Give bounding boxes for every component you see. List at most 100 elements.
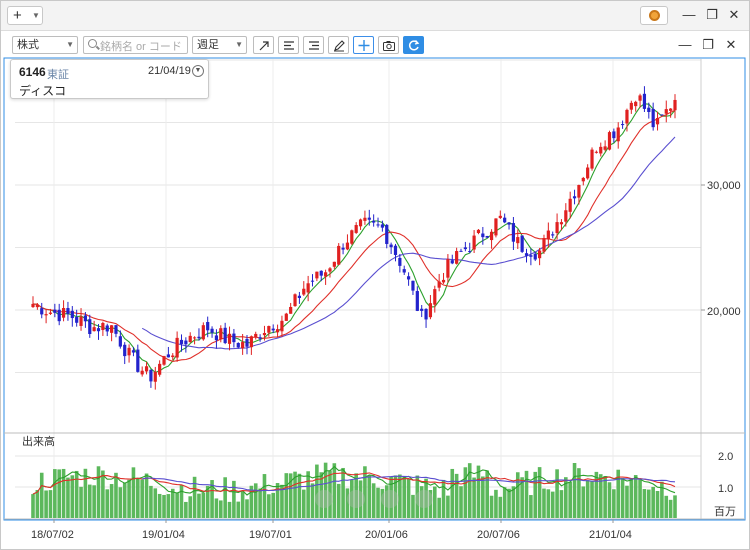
candle-body	[105, 325, 109, 332]
volume-bar	[668, 499, 673, 518]
volume-bar	[446, 495, 450, 518]
volume-bar	[310, 483, 315, 518]
candle-body	[162, 356, 166, 365]
volume-bar	[555, 469, 559, 518]
candle-body	[607, 132, 612, 150]
candle-body	[171, 355, 175, 358]
candle-body	[612, 131, 616, 139]
volume-bar	[118, 487, 123, 518]
volume-bar	[122, 482, 127, 518]
volume-bar	[218, 500, 223, 518]
candle-body	[236, 343, 240, 348]
chevron-down-icon[interactable]: ▼	[192, 65, 204, 77]
candle-body	[655, 118, 660, 125]
candle-body	[380, 224, 384, 228]
volume-bar	[581, 486, 586, 518]
candle-body	[101, 323, 105, 331]
candle-body	[188, 335, 192, 343]
volume-bar	[651, 486, 655, 518]
candle-body	[337, 245, 341, 265]
candle-body	[577, 185, 581, 198]
candle-body	[61, 308, 66, 318]
candle-body	[258, 337, 262, 339]
volume-bar	[136, 477, 140, 518]
candle-body	[267, 326, 271, 333]
volume-bar	[53, 469, 57, 518]
candle-body	[79, 316, 83, 326]
axes	[3, 57, 746, 523]
volume-bar	[441, 479, 446, 518]
zoom-in-icon[interactable]	[347, 490, 365, 508]
volume-bar	[498, 496, 503, 518]
candle-body	[293, 294, 297, 307]
candle-body	[48, 312, 53, 314]
volume-panel-title: 出来高	[22, 434, 55, 448]
candle-body	[367, 217, 371, 220]
grid-lines	[15, 59, 701, 519]
volume-bar	[507, 488, 511, 518]
volume-bar	[262, 474, 267, 518]
candle-body	[179, 339, 184, 344]
candle-body	[319, 270, 323, 276]
volume-bar	[232, 480, 236, 518]
candle-body	[406, 276, 411, 280]
volume-bar	[175, 493, 179, 518]
chart-frame	[3, 57, 746, 521]
candle-body	[402, 269, 406, 273]
scroll-left-icon[interactable]	[381, 490, 399, 508]
volume-bar	[367, 474, 372, 518]
candle-body	[511, 223, 516, 242]
candle-body	[201, 325, 205, 340]
x-tick-5: 21/01/04	[589, 529, 632, 541]
volume-bar	[620, 477, 625, 518]
symbol-info-panel: 6146 東証 21/04/19 ▼ ディスコ	[10, 59, 209, 99]
candle-body	[411, 280, 415, 291]
candle-body	[328, 268, 332, 272]
volume-bar	[406, 478, 411, 518]
candle-body	[603, 146, 607, 150]
volume-bar	[638, 479, 642, 518]
candle-body	[564, 210, 568, 222]
candle-body	[450, 260, 454, 264]
volume-bar	[66, 477, 70, 518]
candle-body	[455, 251, 459, 264]
candle-body	[284, 313, 288, 321]
candle-body	[590, 149, 594, 169]
volume-bar	[664, 495, 669, 518]
candle-body	[363, 217, 367, 221]
candle-body	[389, 244, 393, 248]
volume-bar	[590, 480, 594, 518]
volume-bar	[179, 484, 184, 518]
candle-body	[616, 127, 620, 142]
volume-bar	[44, 490, 48, 518]
candle-body	[40, 308, 44, 315]
volume-bar	[568, 481, 572, 518]
volume-bar	[153, 488, 158, 518]
candle-body	[546, 230, 550, 240]
candle-body	[503, 217, 507, 223]
volume-bar	[515, 472, 520, 518]
scroll-right-icon[interactable]	[415, 490, 433, 508]
candle-body	[206, 322, 210, 331]
candle-body	[498, 215, 502, 218]
volume-bar	[315, 464, 319, 518]
volume-bar	[297, 473, 302, 518]
candle-body	[345, 242, 350, 250]
volume-bar	[450, 468, 455, 518]
candle-body	[302, 288, 306, 295]
candle-body	[144, 366, 149, 372]
candle-body	[599, 146, 603, 154]
candle-body	[586, 167, 590, 179]
volume-bar	[271, 492, 276, 518]
volume-bar	[402, 476, 407, 518]
volume-bar	[35, 489, 40, 518]
candle-body	[324, 272, 328, 277]
volume-bar	[201, 492, 206, 518]
price-tick-20000: 20,000	[707, 306, 741, 318]
candle-body	[538, 250, 542, 259]
candle-body	[315, 271, 319, 279]
zoom-out-icon[interactable]	[315, 490, 333, 508]
candle-body	[92, 327, 96, 332]
volume-bar	[646, 489, 651, 518]
candle-body	[57, 309, 61, 322]
